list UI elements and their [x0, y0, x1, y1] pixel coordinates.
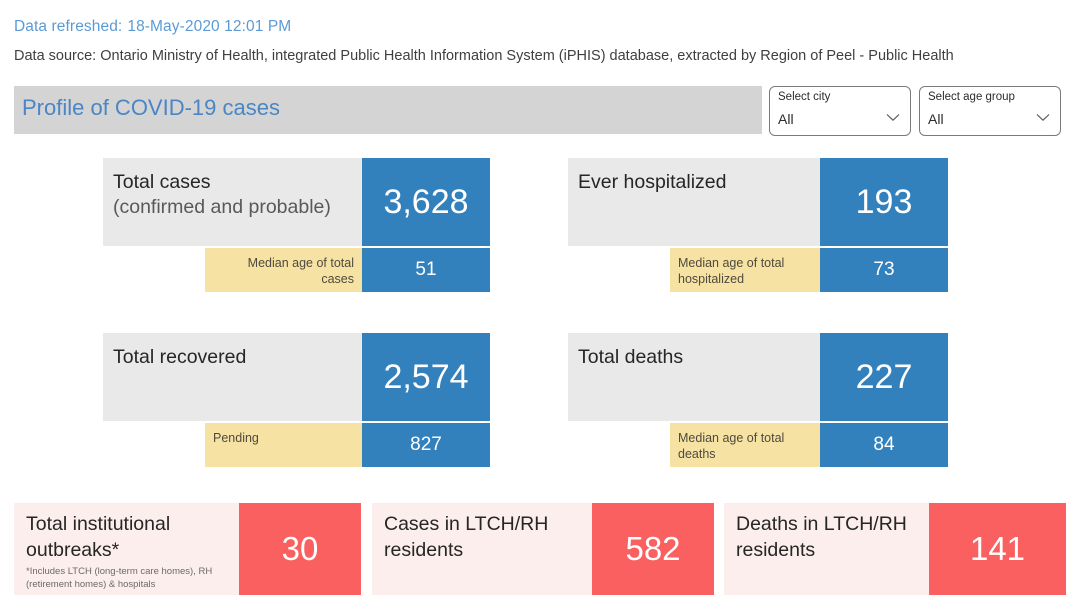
outbreak-title: Cases in LTCH/RH residents [384, 513, 549, 561]
outbreak-value-deaths-in-ltch-rh-residents: 141 [929, 503, 1066, 595]
kpi-card-total-cases: Total cases (confirmed and probable) 3,6… [103, 158, 490, 292]
kpi-label-total-cases: Total cases (confirmed and probable) [103, 158, 362, 246]
data-refreshed-value: 18-May-2020 12:01 PM [127, 18, 292, 35]
kpi-sub-value-median-age-total-hospitalized: 73 [820, 248, 948, 292]
kpi-sub-label-pending: Pending [205, 423, 362, 467]
outbreak-card-total-institutional-outbreaks: Total institutional outbreaks* *Includes… [14, 503, 361, 595]
page-title-bar: Profile of COVID-19 cases [14, 86, 762, 134]
data-refreshed-line: Data refreshed: 18-May-2020 12:01 PM [14, 18, 291, 36]
select-age-group-dropdown[interactable]: Select age group All [919, 86, 1061, 136]
outbreak-label-cases-in-ltch-rh-residents: Cases in LTCH/RH residents [372, 503, 592, 595]
kpi-value-total-cases: 3,628 [362, 158, 490, 246]
select-city-value: All [778, 111, 794, 127]
kpi-sub-label-median-age-total-hospitalized: Median age of total hospitalized [670, 248, 820, 292]
kpi-label-total-deaths: Total deaths [568, 333, 820, 421]
kpi-label-total-recovered: Total recovered [103, 333, 362, 421]
chevron-down-icon[interactable] [886, 113, 900, 122]
data-source-line: Data source: Ontario Ministry of Health,… [14, 48, 954, 64]
chevron-down-icon[interactable] [1036, 113, 1050, 122]
kpi-value-total-deaths: 227 [820, 333, 948, 421]
kpi-value-ever-hospitalized: 193 [820, 158, 948, 246]
kpi-card-total-recovered: Total recovered 2,574 Pending 827 [103, 333, 490, 467]
kpi-card-total-deaths: Total deaths 227 Median age of total dea… [568, 333, 948, 467]
kpi-title-line1: Total cases [113, 171, 211, 193]
outbreak-title: Total institutional outbreaks* [26, 513, 171, 561]
kpi-label-ever-hospitalized: Ever hospitalized [568, 158, 820, 246]
kpi-sub-value-median-age-total-deaths: 84 [820, 423, 948, 467]
kpi-card-ever-hospitalized: Ever hospitalized 193 Median age of tota… [568, 158, 948, 292]
select-city-label: Select city [778, 91, 831, 103]
outbreak-title: Deaths in LTCH/RH residents [736, 513, 907, 561]
kpi-title-line2: (confirmed and probable) [113, 196, 331, 218]
kpi-value-total-recovered: 2,574 [362, 333, 490, 421]
outbreak-value-total-institutional-outbreaks: 30 [239, 503, 361, 595]
kpi-title-line1: Ever hospitalized [578, 171, 727, 193]
outbreak-card-deaths-in-ltch-rh-residents: Deaths in LTCH/RH residents 141 [724, 503, 1066, 595]
data-refreshed-label: Data refreshed: [14, 18, 123, 35]
kpi-title-line1: Total deaths [578, 346, 684, 368]
kpi-sub-value-median-age-total-cases: 51 [362, 248, 490, 292]
kpi-title-line1: Total recovered [113, 346, 247, 368]
select-city-dropdown[interactable]: Select city All [769, 86, 911, 136]
kpi-sub-value-pending: 827 [362, 423, 490, 467]
outbreak-value-cases-in-ltch-rh-residents: 582 [592, 503, 714, 595]
kpi-sub-label-median-age-total-deaths: Median age of total deaths [670, 423, 820, 467]
outbreak-label-deaths-in-ltch-rh-residents: Deaths in LTCH/RH residents [724, 503, 929, 595]
outbreak-label-total-institutional-outbreaks: Total institutional outbreaks* *Includes… [14, 503, 239, 595]
select-age-group-label: Select age group [928, 91, 1015, 103]
page-title: Profile of COVID-19 cases [22, 95, 280, 120]
outbreak-card-cases-in-ltch-rh-residents: Cases in LTCH/RH residents 582 [372, 503, 714, 595]
kpi-sub-label-median-age-total-cases: Median age of total cases [205, 248, 362, 292]
select-age-group-value: All [928, 111, 944, 127]
outbreak-footnote: *Includes LTCH (long-term care homes), R… [26, 566, 213, 590]
